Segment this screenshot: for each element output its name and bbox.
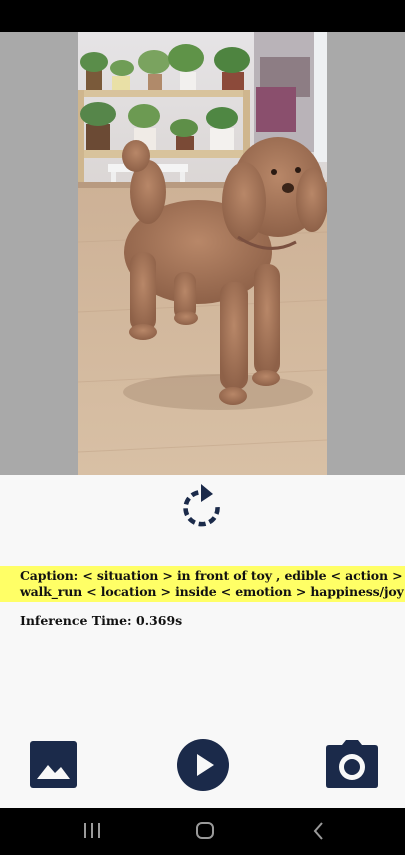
app-content: Caption: < situation > in front of toy ,… — [0, 475, 405, 808]
camera-button[interactable] — [326, 740, 378, 788]
status-bar — [0, 0, 405, 32]
caption-line-2: walk_run < location > inside < emotion >… — [20, 584, 404, 599]
camera-icon — [326, 740, 378, 788]
back-button[interactable] — [308, 820, 328, 842]
recent-apps-button[interactable] — [80, 820, 104, 842]
system-navigation-bar — [0, 808, 405, 855]
caption-box: Caption: < situation > in front of toy ,… — [0, 566, 405, 602]
home-icon — [196, 822, 214, 839]
caption-line-1: Caption: < situation > in front of toy ,… — [20, 568, 403, 583]
play-button[interactable] — [177, 739, 229, 791]
recent-apps-icon — [84, 823, 100, 838]
gallery-button[interactable] — [30, 741, 77, 788]
refresh-icon — [183, 484, 220, 527]
home-button[interactable] — [193, 820, 217, 842]
refresh-button[interactable] — [177, 480, 227, 534]
back-icon — [313, 822, 323, 840]
inference-time-text: Inference Time: 0.369s — [20, 613, 183, 628]
image-preview-area — [0, 32, 405, 475]
play-icon — [177, 739, 229, 791]
dog-photo — [78, 32, 327, 475]
gallery-icon — [30, 741, 77, 788]
